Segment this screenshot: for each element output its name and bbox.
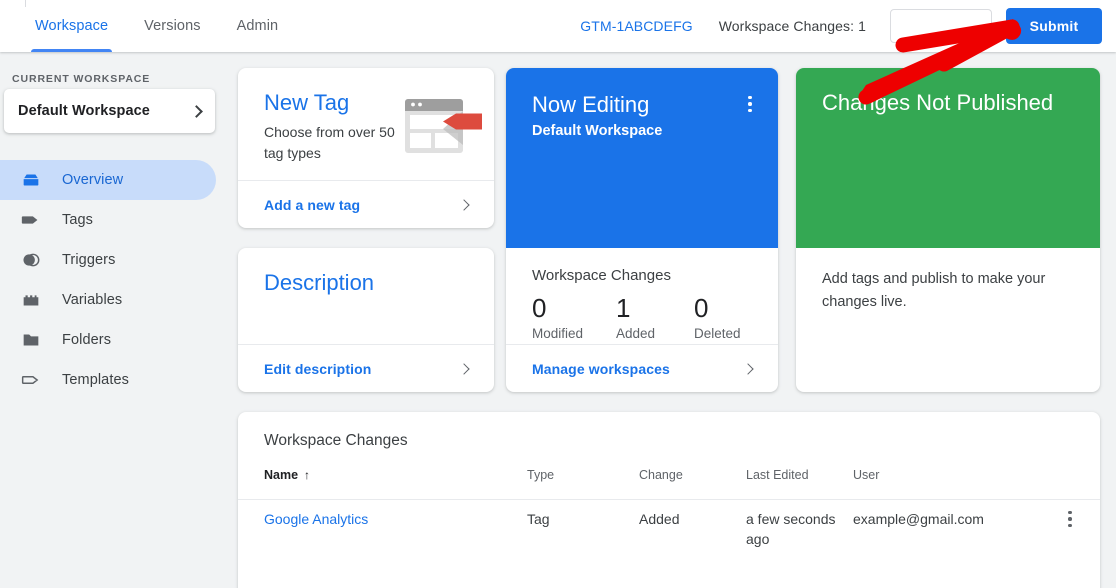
- manage-workspaces-label: Manage workspaces: [532, 361, 744, 377]
- workspace-changes-status: Workspace Changes: 1: [719, 18, 866, 34]
- now-editing-card: Now Editing Default Workspace Workspace …: [506, 68, 778, 392]
- add-new-tag-label: Add a new tag: [264, 197, 460, 213]
- changes-not-published-body: Add tags and publish to make your change…: [822, 268, 1057, 314]
- edit-description-label: Edit description: [264, 361, 460, 377]
- stat-modified: 0 Modified: [532, 292, 616, 341]
- column-header-name-label: Name: [264, 468, 298, 482]
- kebab-menu-icon[interactable]: [1060, 509, 1080, 529]
- folder-icon: [20, 329, 42, 351]
- workspace-changes-table-card: Workspace Changes Name ↑ Type Change Last…: [238, 412, 1100, 588]
- tab-admin-label: Admin: [237, 18, 279, 34]
- workspace-changes-table-title: Workspace Changes: [264, 432, 408, 450]
- gtm-overview-page: Workspace Versions Admin GTM-1ABCDEFG Wo…: [0, 0, 1116, 588]
- stat-added-value: 1: [616, 292, 694, 324]
- sidebar-item-variables-label: Variables: [62, 292, 122, 308]
- workspace-changes-stats-title: Workspace Changes: [532, 267, 671, 284]
- main-content: New Tag Choose from over 50 tag types: [222, 52, 1116, 588]
- template-icon: [20, 369, 42, 391]
- container-id-link[interactable]: GTM-1ABCDEFG: [580, 18, 692, 34]
- top-header: Workspace Versions Admin GTM-1ABCDEFG Wo…: [0, 0, 1116, 52]
- changes-not-published-header: Changes Not Published: [796, 68, 1100, 248]
- stat-modified-label: Modified: [532, 326, 616, 341]
- trigger-icon: [20, 249, 42, 271]
- now-editing-workspace-name: Default Workspace: [532, 123, 662, 139]
- left-sidebar: CURRENT WORKSPACE Default Workspace Over…: [0, 52, 222, 588]
- sidebar-item-overview-label: Overview: [62, 172, 123, 188]
- tag-icon: [20, 209, 42, 231]
- changes-not-published-title: Changes Not Published: [822, 90, 1053, 116]
- cell-last-edited: a few seconds ago: [746, 509, 838, 549]
- kebab-menu-icon[interactable]: [740, 94, 760, 114]
- tab-workspace[interactable]: Workspace: [17, 0, 126, 52]
- stat-modified-value: 0: [532, 292, 616, 324]
- now-editing-header: Now Editing Default Workspace: [506, 68, 778, 248]
- table-header-row: Name ↑ Type Change Last Edited User: [238, 468, 1100, 500]
- cell-change: Added: [639, 509, 679, 529]
- stat-deleted-label: Deleted: [694, 326, 741, 341]
- column-header-type[interactable]: Type: [527, 468, 554, 482]
- sort-ascending-icon: ↑: [304, 468, 310, 482]
- new-tag-subtitle: Choose from over 50 tag types: [264, 122, 404, 164]
- sidebar-item-overview[interactable]: Overview: [0, 160, 216, 200]
- edit-description-action[interactable]: Edit description: [238, 344, 494, 392]
- stats-row: 0 Modified 1 Added 0 Deleted: [532, 292, 741, 341]
- header-actions: GTM-1ABCDEFG Workspace Changes: 1 Submit: [580, 0, 1116, 52]
- sidebar-item-folders[interactable]: Folders: [0, 320, 216, 360]
- chevron-right-icon: [742, 363, 753, 374]
- sidebar-item-templates[interactable]: Templates: [0, 360, 216, 400]
- sidebar-item-triggers[interactable]: Triggers: [0, 240, 216, 280]
- changes-not-published-card: Changes Not Published Add tags and publi…: [796, 68, 1100, 392]
- preview-button[interactable]: [890, 9, 992, 43]
- sidebar-item-folders-label: Folders: [62, 332, 111, 348]
- browser-with-tag-illustration: [403, 95, 483, 159]
- column-header-user[interactable]: User: [853, 468, 879, 482]
- column-header-change[interactable]: Change: [639, 468, 683, 482]
- stat-added: 1 Added: [616, 292, 694, 341]
- stat-deleted: 0 Deleted: [694, 292, 741, 341]
- workspace-selector[interactable]: Default Workspace: [4, 89, 215, 133]
- chevron-right-icon: [458, 199, 469, 210]
- now-editing-title: Now Editing: [532, 92, 649, 118]
- workspace-changes-stats: Workspace Changes 0 Modified 1 Added 0 D…: [506, 248, 778, 344]
- tab-admin[interactable]: Admin: [219, 0, 297, 52]
- tab-versions-label: Versions: [144, 18, 200, 34]
- chevron-right-icon: [458, 363, 469, 374]
- sidebar-item-tags[interactable]: Tags: [0, 200, 216, 240]
- add-new-tag-action[interactable]: Add a new tag: [238, 180, 494, 228]
- overview-icon: [20, 169, 42, 191]
- description-title: Description: [264, 270, 374, 296]
- sidebar-item-tags-label: Tags: [62, 212, 93, 228]
- variable-icon: [20, 289, 42, 311]
- current-workspace-label: CURRENT WORKSPACE: [12, 73, 150, 85]
- cell-user: example@gmail.com: [853, 509, 984, 529]
- workspace-selector-name: Default Workspace: [18, 103, 192, 119]
- sidebar-item-templates-label: Templates: [62, 372, 129, 388]
- new-tag-card: New Tag Choose from over 50 tag types: [238, 68, 494, 228]
- chevron-right-icon: [190, 105, 203, 118]
- primary-tabs: Workspace Versions Admin: [17, 0, 296, 52]
- cell-type: Tag: [527, 509, 550, 529]
- stat-deleted-value: 0: [694, 292, 741, 324]
- column-header-last-edited[interactable]: Last Edited: [746, 468, 809, 482]
- stat-added-label: Added: [616, 326, 694, 341]
- tab-workspace-label: Workspace: [35, 18, 108, 34]
- description-card: Description Edit description: [238, 248, 494, 392]
- sidebar-item-variables[interactable]: Variables: [0, 280, 216, 320]
- manage-workspaces-action[interactable]: Manage workspaces: [506, 344, 778, 392]
- sidebar-nav: Overview Tags Triggers Variables: [0, 160, 216, 400]
- new-tag-title: New Tag: [264, 90, 349, 116]
- submit-button[interactable]: Submit: [1006, 8, 1102, 44]
- sidebar-item-triggers-label: Triggers: [62, 252, 115, 268]
- table-row: Google Analytics Tag Added a few seconds…: [238, 501, 1100, 565]
- column-header-name[interactable]: Name ↑: [264, 468, 310, 482]
- tab-versions[interactable]: Versions: [126, 0, 218, 52]
- cell-name-link[interactable]: Google Analytics: [264, 509, 368, 529]
